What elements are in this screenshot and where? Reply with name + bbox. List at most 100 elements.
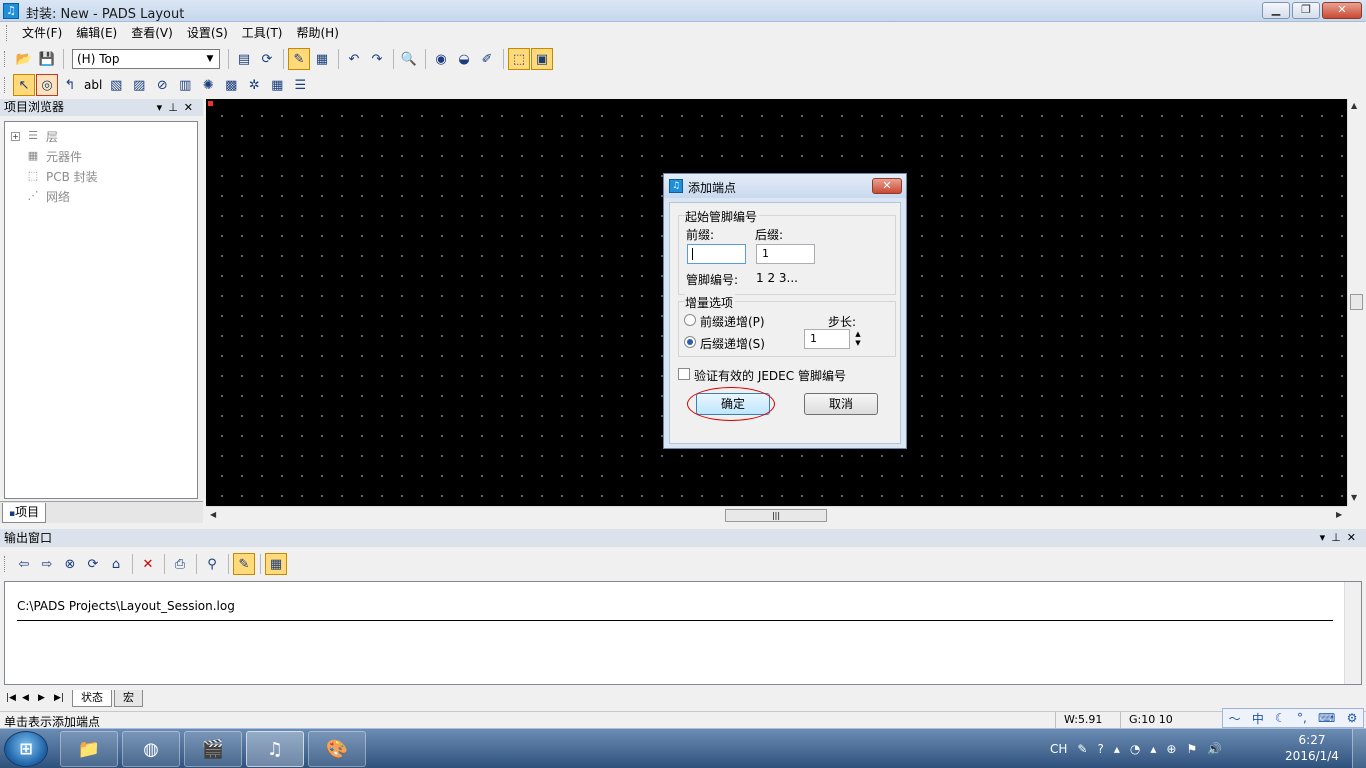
pointer-icon[interactable]: ↖ [13,74,35,96]
terminal-assign-icon[interactable]: ✲ [243,74,265,96]
tray-add-icon[interactable]: ⊕ [1166,742,1176,756]
view-board-icon[interactable]: ◉ [430,48,452,70]
edit-icon[interactable]: ✎ [233,553,255,575]
home-icon[interactable]: ⌂ [105,553,127,575]
pads-taskbar-icon[interactable]: ♫ [246,731,304,767]
text-tool-icon[interactable]: abl [82,74,104,96]
decal-editor-icon[interactable]: ✎ [288,48,310,70]
keepout-icon[interactable]: ⊘ [151,74,173,96]
tray-arrow-icon[interactable]: ▴ [1114,742,1120,756]
redraw-icon[interactable]: ✐ [476,48,498,70]
copper-cutout-icon[interactable]: ▨ [128,74,150,96]
refresh-icon[interactable]: ⟳ [256,48,278,70]
pad-stack-icon[interactable]: ✺ [197,74,219,96]
menu-setup[interactable]: 设置(S) [180,23,235,43]
start-button[interactable]: ⊞ [4,731,48,767]
open-icon[interactable]: 📂 [13,48,35,70]
ime-settings-icon[interactable]: ⚙ [1347,711,1358,725]
last-tab-icon[interactable]: ▶| [54,693,70,703]
tree-item-pcb-decals[interactable]: ⬚ PCB 封装 [5,166,197,186]
output-scrollbar[interactable] [1344,582,1361,684]
tray-volume-icon[interactable]: 🔊 [1207,742,1222,756]
close-button[interactable]: ✕ [1322,2,1362,19]
jedec-label[interactable]: 验证有效的 JEDEC 管脚编号 [694,367,846,384]
menu-tools[interactable]: 工具(T) [235,23,290,43]
ime-chinese-icon[interactable]: 中 [1252,710,1264,727]
scroll-right-icon[interactable]: ▶ [1336,510,1342,519]
grid-icon[interactable]: ▦ [266,74,288,96]
drafting-icon[interactable]: ▦ [311,48,333,70]
suffix-increment-label[interactable]: 后缀递增(S) [700,335,765,352]
browser-taskbar-icon[interactable]: ◍ [122,731,180,767]
move-text-icon[interactable]: ↰ [59,74,81,96]
scroll-left-icon[interactable]: ◀ [210,510,216,519]
paint-taskbar-icon[interactable]: 🎨 [308,731,366,767]
panel-controls[interactable]: ▾⊥✕ [157,99,199,116]
toolbar-grip[interactable] [6,25,9,41]
tab-status[interactable]: 状态 [72,689,112,707]
add-terminal-icon[interactable]: ◎ [36,74,58,96]
tray-lang[interactable]: CH [1050,742,1067,756]
tray-flag-icon[interactable]: ⚑ [1186,742,1197,756]
list-icon[interactable]: ☰ [289,74,311,96]
cancel-button[interactable]: 取消 [804,393,878,415]
ime-moon-icon[interactable]: ☾ [1275,711,1286,725]
properties-icon[interactable]: ▤ [233,48,255,70]
view-extents-icon[interactable]: ◒ [453,48,475,70]
prefix-input[interactable] [687,244,746,264]
toolbar-grip[interactable] [4,556,7,572]
media-taskbar-icon[interactable]: 🎬 [184,731,242,767]
back-icon[interactable]: ⇦ [13,553,35,575]
window-mode-icon[interactable]: ▣ [531,48,553,70]
horizontal-scrollbar[interactable]: ◀ ||| ▶ [206,506,1347,523]
tree-item-layers[interactable]: + ☰ 层 [5,126,197,146]
tray-help-icon[interactable]: ? [1097,742,1103,756]
jedec-checkbox[interactable] [678,368,690,380]
menu-help[interactable]: 帮助(H) [290,23,346,43]
find-icon[interactable]: ⚲ [201,553,223,575]
zoom-icon[interactable]: 🔍 [398,48,420,70]
toolbar-grip[interactable] [4,77,7,93]
select-mode-icon[interactable]: ⬚ [508,48,530,70]
restore-button[interactable]: ❐ [1292,2,1320,19]
scroll-thumb[interactable] [1350,294,1363,310]
undo-icon[interactable]: ↶ [343,48,365,70]
wizard-icon[interactable]: ▩ [220,74,242,96]
first-tab-icon[interactable]: |◀ [6,693,22,703]
print-icon[interactable]: ⎙ [169,553,191,575]
tray-ime-icon[interactable]: ✎ [1077,742,1087,756]
library-icon[interactable]: ▥ [174,74,196,96]
suffix-increment-radio[interactable] [684,336,696,348]
tray-expand-icon[interactable]: ▴ [1150,742,1156,756]
forward-icon[interactable]: ⇨ [36,553,58,575]
tree-item-components[interactable]: ▦ 元器件 [5,146,197,166]
dialog-close-button[interactable]: ✕ [872,178,902,194]
menu-view[interactable]: 查看(V) [124,23,180,43]
show-desktop-button[interactable] [1352,729,1366,768]
tab-project[interactable]: ▪项目 [2,503,47,523]
prefix-increment-label[interactable]: 前缀递增(P) [700,313,765,330]
vertical-scrollbar[interactable]: ▲ ▼ [1347,99,1364,506]
scroll-down-icon[interactable]: ▼ [1351,493,1357,502]
panel-controls[interactable]: ▾⊥✕ [1320,529,1362,547]
step-spinner[interactable]: ▲ ▼ [853,330,863,350]
ime-keyboard-icon[interactable]: ⌨ [1318,711,1335,725]
delete-icon[interactable]: ✕ [137,553,159,575]
ime-punct-icon[interactable]: °, [1297,711,1307,725]
ime-toolbar[interactable]: 〜 中 ☾ °, ⌨ ⚙ [1222,708,1364,728]
redo-icon[interactable]: ↷ [366,48,388,70]
minimize-button[interactable]: ▁ [1262,2,1290,19]
taskbar-clock[interactable]: 6:27 2016/1/4 [1282,732,1342,764]
stop-icon[interactable]: ⊗ [59,553,81,575]
scroll-up-icon[interactable]: ▲ [1351,101,1357,110]
tab-macro[interactable]: 宏 [114,689,143,707]
toolbar-grip[interactable] [4,51,7,67]
ime-logo-icon[interactable]: 〜 [1229,710,1241,727]
menu-edit[interactable]: 编辑(E) [69,23,124,43]
prev-tab-icon[interactable]: ◀ [22,693,38,703]
suffix-input[interactable]: 1 [756,244,815,264]
menu-file[interactable]: 文件(F) [15,23,69,43]
explorer-taskbar-icon[interactable]: 📁 [60,731,118,767]
grid-view-icon[interactable]: ▦ [265,553,287,575]
prefix-increment-radio[interactable] [684,314,696,326]
